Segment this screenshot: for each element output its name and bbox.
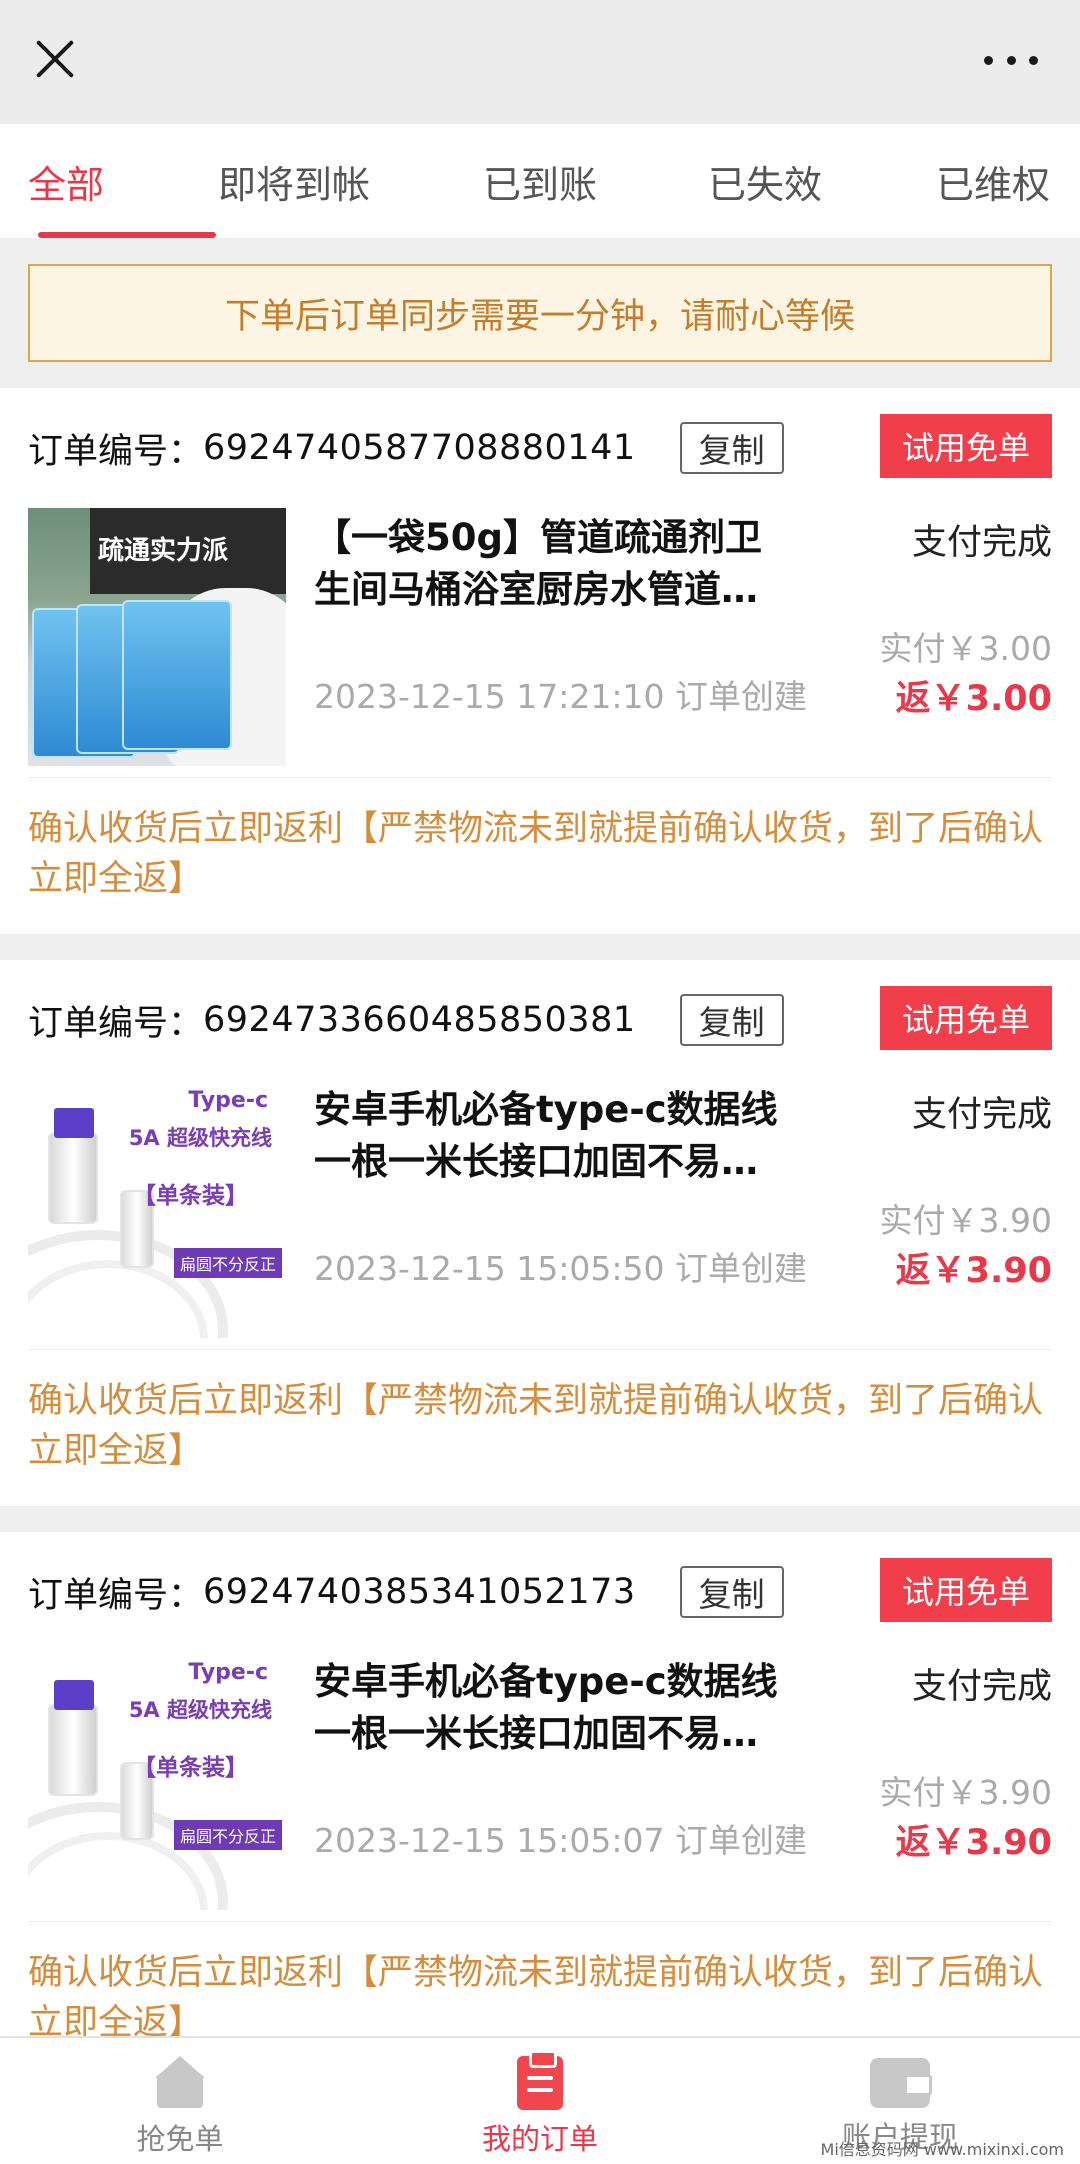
image-banner-text: 疏通实力派 bbox=[98, 536, 229, 566]
order-no-label: 订单编号： bbox=[28, 1575, 204, 1616]
order-status: 支付完成 bbox=[911, 1095, 1052, 1135]
nav-grab-free[interactable]: 抢免单 bbox=[0, 2038, 360, 2164]
order-no-label: 订单编号： bbox=[28, 431, 204, 472]
product-title: 【一袋50g】管道疏通剂卫生间马桶浴室厨房水管道… bbox=[314, 516, 762, 611]
nav-label: 我的订单 bbox=[481, 2122, 598, 2156]
home-icon bbox=[153, 2056, 207, 2110]
tab-label: 已维权 bbox=[936, 162, 1051, 207]
image-text: 扁圆不分反正 bbox=[173, 1820, 282, 1850]
order-created-time: 2023-12-15 15:05:50 订单创建 bbox=[314, 1249, 807, 1288]
order-card: 订单编号： 6924740587708880141 复制 试用免单 疏通实力派 … bbox=[0, 388, 1080, 934]
paid-amount: 实付￥3.90 bbox=[879, 1201, 1052, 1240]
free-trial-badge: 试用免单 bbox=[880, 1558, 1052, 1622]
top-bar bbox=[0, 0, 1080, 124]
close-icon[interactable] bbox=[26, 30, 84, 88]
tab-invalid[interactable]: 已失效 bbox=[708, 124, 936, 238]
order-tabs: 全部 即将到帐 已到账 已失效 已维权 bbox=[0, 124, 1080, 238]
product-info: 安卓手机必备type-c数据线一根一米长接口加固不易… 2023-12-15 1… bbox=[286, 1652, 1052, 1921]
order-header: 订单编号： 6924733660485850381 复制 试用免单 bbox=[28, 960, 1052, 1080]
order-number: 6924733660485850381 bbox=[203, 1000, 636, 1040]
order-status: 支付完成 bbox=[911, 1667, 1052, 1707]
copy-button[interactable]: 复制 bbox=[679, 1566, 784, 1618]
rebate-amount: 返￥3.90 bbox=[895, 1251, 1052, 1291]
order-card: 订单编号： 6924733660485850381 复制 试用免单 Type-c… bbox=[0, 960, 1080, 1506]
paid-amount: 实付￥3.00 bbox=[879, 629, 1052, 668]
notice-wrap: 下单后订单同步需要一分钟，请耐心等候 bbox=[0, 238, 1080, 388]
tab-label: 全部 bbox=[28, 162, 105, 207]
page: 全部 即将到帐 已到账 已失效 已维权 下单后订单同步需要一分钟，请耐心等候 订… bbox=[0, 0, 1080, 2164]
order-product[interactable]: Type-c 5A 超级快充线 【单条装】 扁圆不分反正 安卓手机必备type-… bbox=[28, 1080, 1052, 1350]
usb-a-plug bbox=[48, 1680, 98, 1796]
order-product[interactable]: Type-c 5A 超级快充线 【单条装】 扁圆不分反正 安卓手机必备type-… bbox=[28, 1652, 1052, 1922]
bag-shape bbox=[122, 600, 232, 750]
image-text: 【单条装】 bbox=[133, 1755, 248, 1781]
bottom-nav: 抢免单 我的订单 账户提现 Mi信息资码网 www.mixinxi.com bbox=[0, 2036, 1080, 2164]
order-list-icon bbox=[517, 2050, 563, 2110]
product-image: 疏通实力派 bbox=[28, 508, 286, 766]
tab-rights[interactable]: 已维权 bbox=[936, 124, 1050, 238]
order-header: 订单编号： 6924740385341052173 复制 试用免单 bbox=[28, 1532, 1052, 1652]
product-info: 【一袋50g】管道疏通剂卫生间马桶浴室厨房水管道… 2023-12-15 17:… bbox=[286, 508, 1052, 777]
product-title: 安卓手机必备type-c数据线一根一米长接口加固不易… bbox=[314, 1660, 778, 1755]
usb-a-plug bbox=[48, 1108, 98, 1224]
free-trial-badge: 试用免单 bbox=[880, 986, 1052, 1050]
rebate-remark: 确认收货后立即返利【严禁物流未到就提前确认收货，到了后确认立即全返】 bbox=[28, 809, 1044, 899]
nav-label: 抢免单 bbox=[136, 2122, 224, 2156]
watermark: Mi信息资码网 www.mixinxi.com bbox=[820, 2140, 1064, 2159]
tab-arrived[interactable]: 已到账 bbox=[483, 124, 708, 238]
order-header: 订单编号： 6924740587708880141 复制 试用免单 bbox=[28, 388, 1052, 508]
order-product[interactable]: 疏通实力派 【一袋50g】管道疏通剂卫生间马桶浴室厨房水管道… 2023-12-… bbox=[28, 508, 1052, 778]
image-text: Type-c bbox=[188, 1660, 268, 1685]
sync-notice: 下单后订单同步需要一分钟，请耐心等候 bbox=[28, 264, 1052, 362]
free-trial-badge: 试用免单 bbox=[880, 414, 1052, 478]
order-created-time: 2023-12-15 17:21:10 订单创建 bbox=[314, 677, 807, 716]
order-status: 支付完成 bbox=[911, 523, 1052, 563]
order-created-time: 2023-12-15 15:05:07 订单创建 bbox=[314, 1821, 807, 1860]
tab-all[interactable]: 全部 bbox=[28, 124, 218, 238]
product-info: 安卓手机必备type-c数据线一根一米长接口加固不易… 2023-12-15 1… bbox=[286, 1080, 1052, 1349]
image-text: Type-c bbox=[188, 1088, 268, 1113]
order-no-label: 订单编号： bbox=[28, 1003, 204, 1044]
tab-label: 已到账 bbox=[483, 162, 598, 207]
image-text: 5A 超级快充线 bbox=[128, 1126, 272, 1150]
paid-amount: 实付￥3.90 bbox=[879, 1773, 1052, 1812]
wallet-icon bbox=[870, 2058, 932, 2108]
image-text: 【单条装】 bbox=[133, 1183, 248, 1209]
more-icon[interactable] bbox=[984, 50, 1038, 70]
product-image: Type-c 5A 超级快充线 【单条装】 扁圆不分反正 bbox=[28, 1080, 286, 1338]
tab-label: 即将到帐 bbox=[218, 162, 371, 207]
image-text: 扁圆不分反正 bbox=[173, 1248, 282, 1278]
tab-label: 已失效 bbox=[708, 162, 823, 207]
image-text: 5A 超级快充线 bbox=[128, 1698, 272, 1722]
product-title: 安卓手机必备type-c数据线一根一米长接口加固不易… bbox=[314, 1088, 778, 1183]
product-image: Type-c 5A 超级快充线 【单条装】 扁圆不分反正 bbox=[28, 1652, 286, 1910]
copy-button[interactable]: 复制 bbox=[679, 422, 784, 474]
order-card: 订单编号： 6924740385341052173 复制 试用免单 Type-c… bbox=[0, 1532, 1080, 2078]
tab-coming[interactable]: 即将到帐 bbox=[218, 124, 483, 238]
order-number: 6924740587708880141 bbox=[203, 428, 636, 468]
rebate-amount: 返￥3.90 bbox=[895, 1823, 1052, 1863]
order-number: 6924740385341052173 bbox=[203, 1572, 636, 1612]
rebate-amount: 返￥3.00 bbox=[895, 679, 1052, 719]
copy-button[interactable]: 复制 bbox=[679, 994, 784, 1046]
nav-my-orders[interactable]: 我的订单 bbox=[360, 2038, 720, 2164]
rebate-remark: 确认收货后立即返利【严禁物流未到就提前确认收货，到了后确认立即全返】 bbox=[28, 1381, 1044, 1471]
